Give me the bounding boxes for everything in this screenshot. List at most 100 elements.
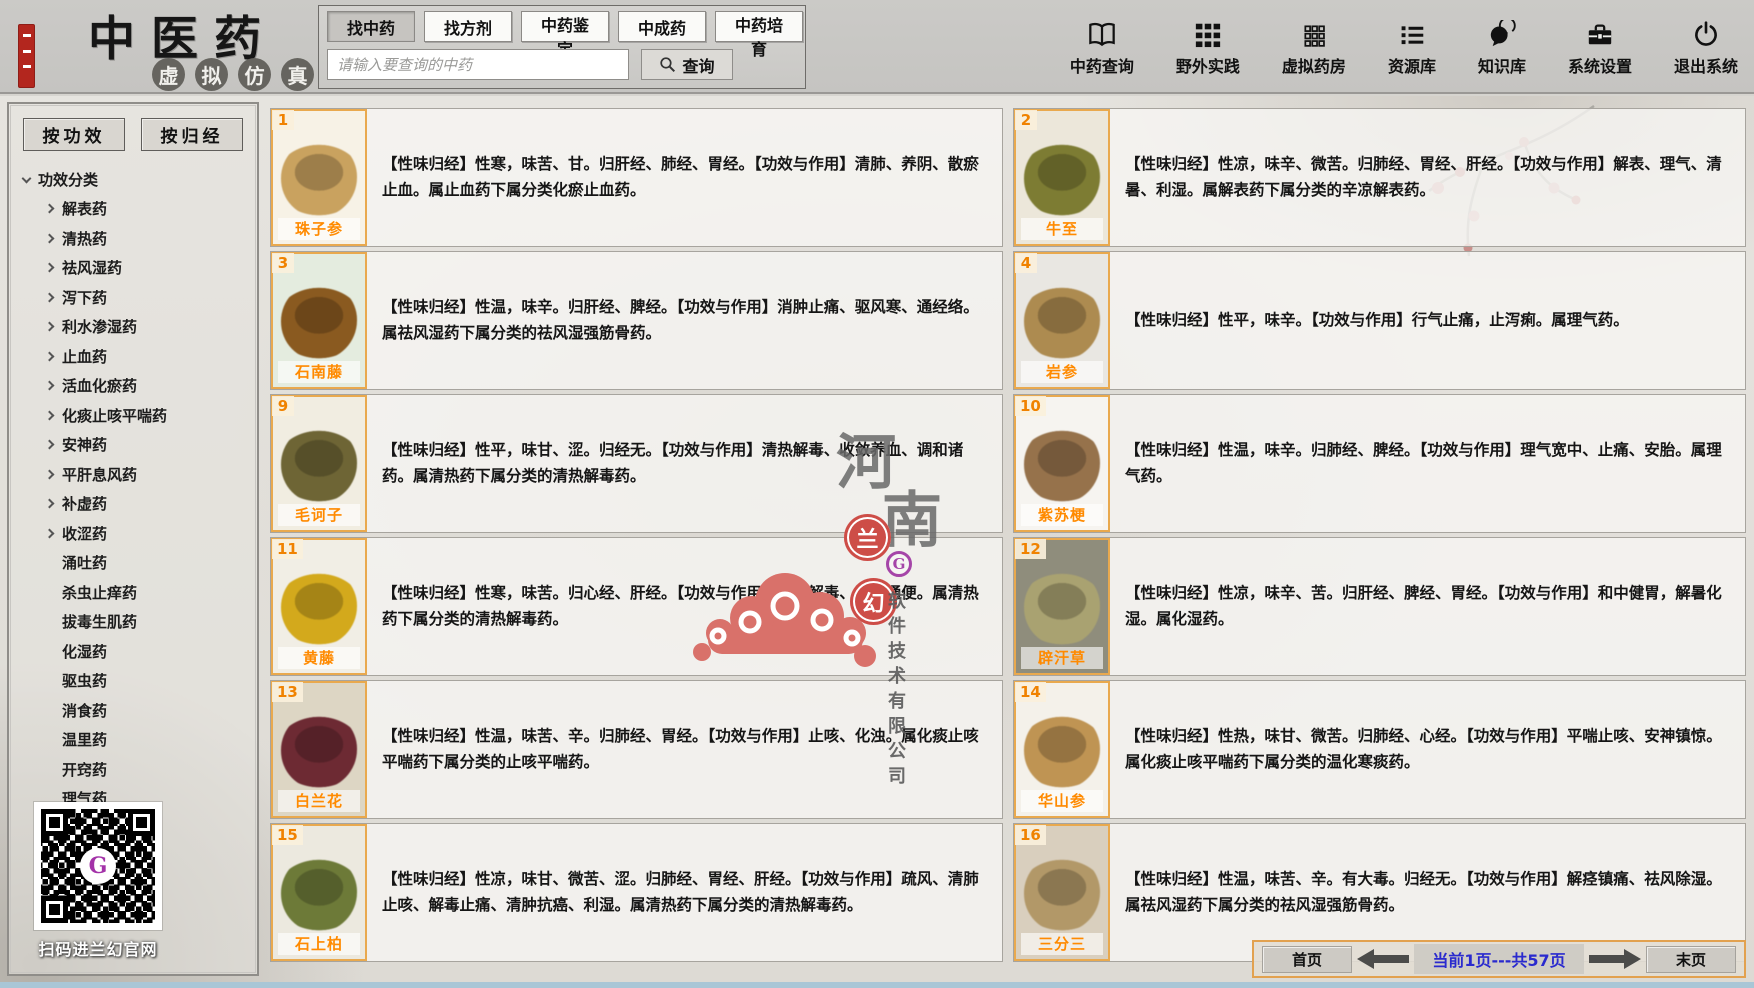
tree-item-活血化瘀药[interactable]: 活血化瘀药 [19, 371, 247, 401]
tree-root-efficacy[interactable]: 功效分类 [19, 161, 247, 194]
herb-name: 三分三 [1021, 933, 1103, 955]
herb-card-白兰花[interactable]: 13白兰花【性味归经】性温，味苦、辛。归肺经、胃经。【功效与作用】止咳、化浊。属… [270, 680, 1003, 819]
top-nav: 中药查询野外实践虚拟药房资源库知识库系统设置退出系统 [1070, 16, 1738, 77]
herb-photo: 1 珠子参 [271, 109, 367, 246]
tree-item-化湿药[interactable]: 化湿药 [19, 637, 247, 667]
top-bar: 中医药 虚拟仿真 找中药找方剂中药鉴定中成药中药培育 查询 中药查询野外实践虚拟… [0, 0, 1754, 94]
tree-item-涌吐药[interactable]: 涌吐药 [19, 548, 247, 578]
herb-card-珠子参[interactable]: 1珠子参【性味归经】性寒，味苦、甘。归肝经、肺经、胃经。【功效与作用】清肺、养阴… [270, 108, 1003, 247]
tree-item-开窍药[interactable]: 开窍药 [19, 755, 247, 785]
sidebar: 按功效按归经 功效分类 解表药清热药祛风湿药泻下药利水渗湿药止血药活血化瘀药化痰… [7, 102, 259, 976]
chevron-right-icon [45, 528, 55, 538]
chevron-right-icon [45, 469, 55, 479]
toolbox-icon [1585, 16, 1615, 48]
card-grid: 1珠子参【性味归经】性寒，味苦、甘。归肝经、肺经、胃经。【功效与作用】清肺、养阴… [270, 108, 1746, 962]
herb-photo: 3石南藤 [271, 252, 367, 389]
nav-虚拟药房[interactable]: 虚拟药房 [1282, 16, 1346, 77]
filter-buttons: 按功效按归经 [19, 116, 247, 161]
search-tabs: 找中药找方剂中药鉴定中成药中药培育 [327, 11, 797, 42]
herb-number: 1 [272, 110, 294, 130]
tree-item-祛风湿药[interactable]: 祛风湿药 [19, 253, 247, 283]
last-page-button[interactable]: 末页 [1646, 946, 1736, 973]
herb-description: 【性味归经】性温，味辛。归肺经、脾经。【功效与作用】理气宽中、止痛、安胎。属理气… [1110, 395, 1745, 532]
herb-number: 15 [272, 825, 303, 845]
herb-card-华山参[interactable]: 14华山参【性味归经】性热，味甘、微苦。归肺经、心经。【功效与作用】平喘止咳、安… [1013, 680, 1746, 819]
tree-item-安神药[interactable]: 安神药 [19, 430, 247, 460]
herb-description: 【性味归经】性凉，味甘、微苦、涩。归肺经、胃经、肝经。【功效与作用】疏风、清肺止… [367, 824, 1002, 961]
tree-item-平肝息风药[interactable]: 平肝息风药 [19, 460, 247, 490]
tab-中药鉴定[interactable]: 中药鉴定 [521, 11, 609, 42]
herb-card-紫苏梗[interactable]: 10 紫苏梗【性味归经】性温，味辛。归肺经、脾经。【功效与作用】理气宽中、止痛、安… [1013, 394, 1746, 533]
herb-description: 【性味归经】性平，味辛。【功效与作用】行气止痛，止泻痢。属理气药。 [1110, 252, 1745, 389]
tree-item-温里药[interactable]: 温里药 [19, 725, 247, 755]
herb-card-黄藤[interactable]: 11黄藤【性味归经】性寒，味苦。归心经、肝经。【功效与作用】清热解毒、泻火通便。… [270, 537, 1003, 676]
herb-number: 12 [1015, 539, 1046, 559]
tab-中成药[interactable]: 中成药 [618, 11, 706, 42]
tree-item-杀虫止痒药[interactable]: 杀虫止痒药 [19, 578, 247, 608]
filter-button-按归经[interactable]: 按归经 [141, 118, 243, 151]
herb-photo: 14华山参 [1014, 681, 1110, 818]
herb-photo: 12 辟汗草 [1014, 538, 1110, 675]
herb-name: 牛至 [1021, 218, 1103, 240]
chevron-right-icon [45, 381, 55, 391]
next-page-arrow-icon[interactable] [1589, 949, 1641, 969]
search-input[interactable] [327, 49, 629, 80]
tab-中药培育[interactable]: 中药培育 [715, 11, 803, 42]
nav-资源库[interactable]: 资源库 [1388, 16, 1436, 77]
tree-item-驱虫药[interactable]: 驱虫药 [19, 666, 247, 696]
herb-photo: 10 紫苏梗 [1014, 395, 1110, 532]
nav-退出系统[interactable]: 退出系统 [1674, 16, 1738, 77]
herb-photo: 16三分三 [1014, 824, 1110, 961]
tree-item-化痰止咳平喘药[interactable]: 化痰止咳平喘药 [19, 401, 247, 431]
herb-name: 珠子参 [278, 218, 360, 240]
chevron-right-icon [45, 351, 55, 361]
nav-知识库[interactable]: 知识库 [1478, 16, 1526, 77]
nav-野外实践[interactable]: 野外实践 [1176, 16, 1240, 77]
chat-icon [1487, 16, 1517, 48]
list-icon [1397, 16, 1427, 48]
herb-card-辟汗草[interactable]: 12辟汗草【性味归经】性凉，味辛、苦。归肝经、脾经、胃经。【功效与作用】和中健胃… [1013, 537, 1746, 676]
tree-item-利水渗湿药[interactable]: 利水渗湿药 [19, 312, 247, 342]
grid-icon [1193, 16, 1223, 48]
herb-card-牛至[interactable]: 2牛至【性味归经】性凉，味辛、微苦。归肺经、胃经、肝经。【功效与作用】解表、理气… [1013, 108, 1746, 247]
filter-button-按功效[interactable]: 按功效 [23, 118, 125, 151]
previous-page-arrow-icon[interactable] [1357, 949, 1409, 969]
herb-number: 11 [272, 539, 303, 559]
first-page-button[interactable]: 首页 [1262, 946, 1352, 973]
herb-name: 辟汗草 [1021, 647, 1103, 669]
herb-name: 石上柏 [278, 933, 360, 955]
herb-card-石上柏[interactable]: 15 石上柏【性味归经】性凉，味甘、微苦、涩。归肺经、胃经、肝经。【功效与作用】疏… [270, 823, 1003, 962]
nav-中药查询[interactable]: 中药查询 [1070, 16, 1134, 77]
herb-card-岩参[interactable]: 4岩参【性味归经】性平，味辛。【功效与作用】行气止痛，止泻痢。属理气药。 [1013, 251, 1746, 390]
tree-item-消食药[interactable]: 消食药 [19, 696, 247, 726]
tree-item-止血药[interactable]: 止血药 [19, 342, 247, 372]
qr-block: G 扫码进兰幻官网 [17, 802, 179, 960]
logo-subtitle-char: 虚 [152, 58, 185, 91]
tree-item-解表药[interactable]: 解表药 [19, 194, 247, 224]
herb-number: 10 [1015, 396, 1046, 416]
tab-找方剂[interactable]: 找方剂 [424, 11, 512, 42]
pharmacy-grid-icon [1300, 16, 1328, 48]
query-button[interactable]: 查询 [641, 49, 733, 80]
herb-number: 2 [1015, 110, 1037, 130]
herb-card-石南藤[interactable]: 3石南藤【性味归经】性温，味辛。归肝经、脾经。【功效与作用】消肿止痛、驱风寒、通… [270, 251, 1003, 390]
herb-number: 4 [1015, 253, 1037, 273]
tree-item-泻下药[interactable]: 泻下药 [19, 283, 247, 313]
logo-subtitle-char: 仿 [238, 58, 271, 91]
herb-name: 紫苏梗 [1021, 504, 1103, 526]
herb-photo: 13白兰花 [271, 681, 367, 818]
chevron-right-icon [45, 440, 55, 450]
nav-系统设置[interactable]: 系统设置 [1568, 16, 1632, 77]
tree-item-拔毒生肌药[interactable]: 拔毒生肌药 [19, 607, 247, 637]
qr-code: G [34, 802, 162, 930]
herb-card-毛诃子[interactable]: 9毛诃子【性味归经】性平，味甘、涩。归经无。【功效与作用】清热解毒、收敛养血、调… [270, 394, 1003, 533]
chevron-right-icon [45, 204, 55, 214]
lanhuan-logo-icon: G [80, 848, 116, 884]
herb-number: 3 [272, 253, 294, 273]
tree-item-收涩药[interactable]: 收涩药 [19, 519, 247, 549]
tree-item-补虚药[interactable]: 补虚药 [19, 489, 247, 519]
tab-找中药[interactable]: 找中药 [327, 11, 415, 42]
tree-item-清热药[interactable]: 清热药 [19, 224, 247, 254]
page-status: 当前1页---共57页 [1414, 944, 1583, 974]
power-icon [1692, 16, 1720, 48]
